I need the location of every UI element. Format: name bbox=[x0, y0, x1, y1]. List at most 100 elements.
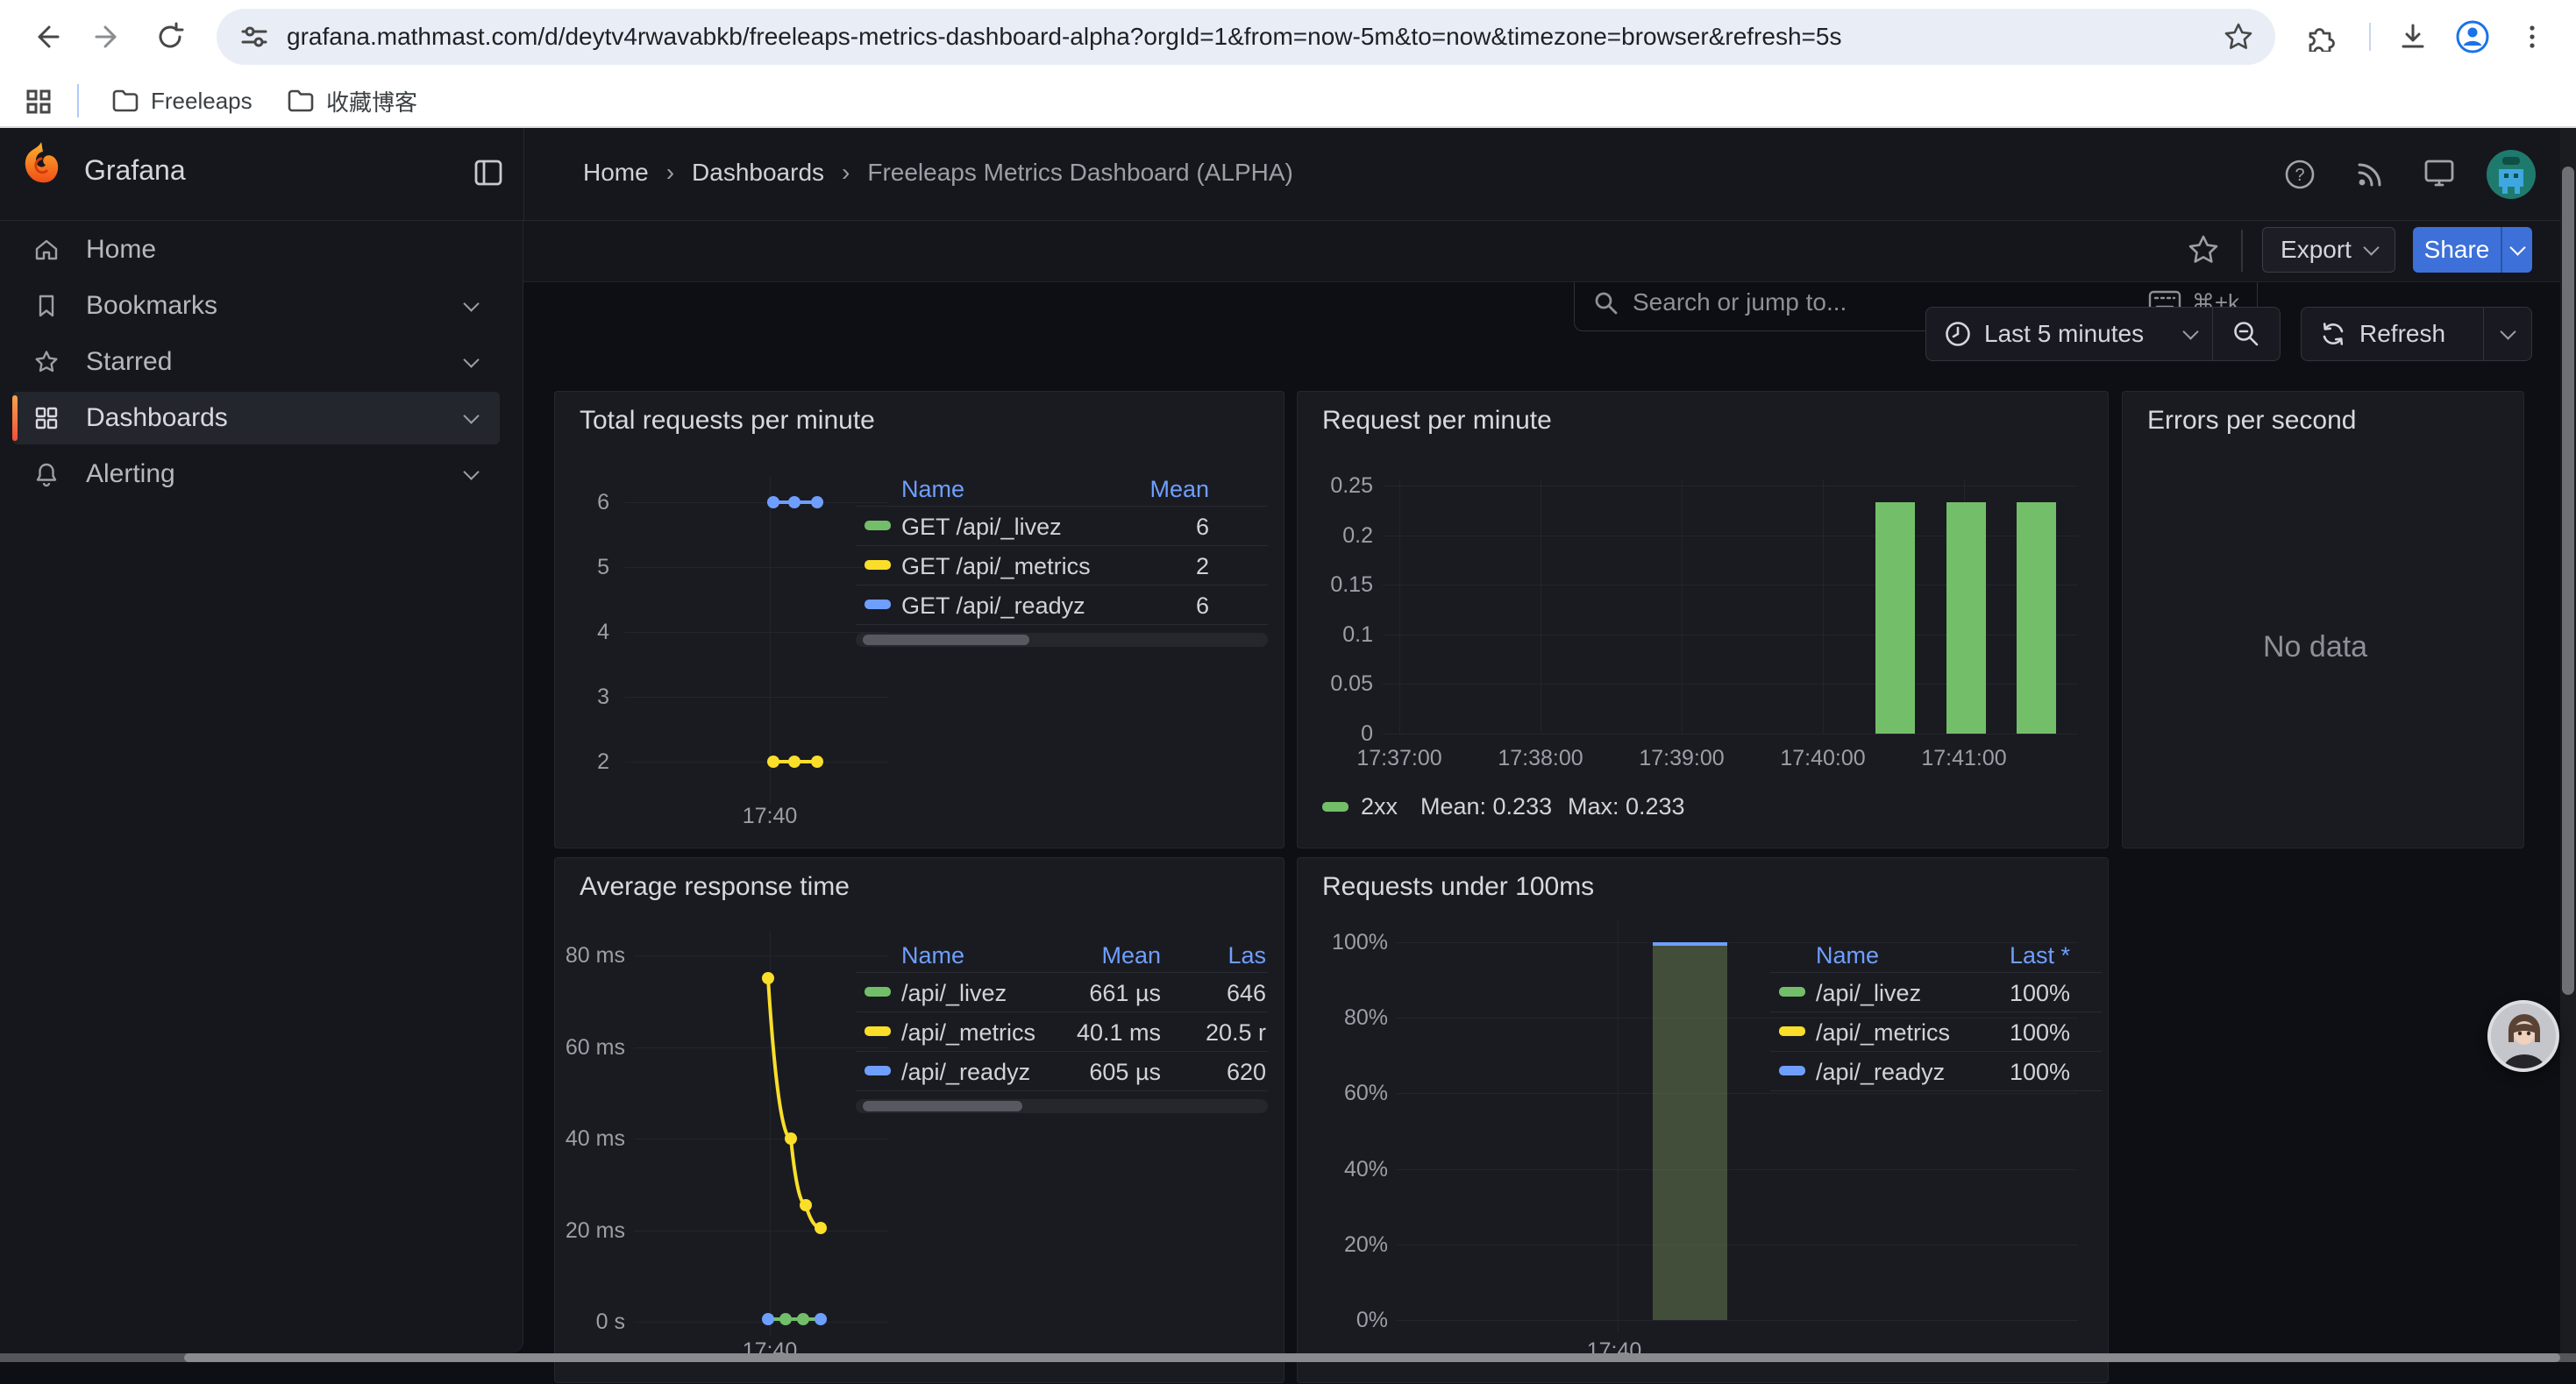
horizontal-scrollbar-thumb[interactable] bbox=[184, 1353, 2560, 1362]
refresh-interval-button[interactable] bbox=[2484, 331, 2531, 337]
url-text[interactable]: grafana.mathmast.com/d/deytv4rwavabkb/fr… bbox=[287, 23, 2202, 51]
chevron-down-icon[interactable] bbox=[463, 464, 479, 479]
legend-column-name[interactable]: Name bbox=[1816, 942, 1879, 969]
legend-value: 2 bbox=[1034, 553, 1209, 580]
gridline bbox=[634, 1047, 888, 1048]
refresh-group: Refresh bbox=[2301, 307, 2532, 361]
bookmark-folder-freeleaps[interactable]: Freeleaps bbox=[98, 80, 267, 122]
user-avatar[interactable] bbox=[2487, 150, 2536, 199]
gridline bbox=[625, 632, 888, 633]
gridline bbox=[1682, 479, 1683, 734]
apps-grid-icon[interactable] bbox=[16, 79, 61, 124]
legend-column-name[interactable]: Name bbox=[901, 476, 964, 503]
y-tick-label: 5 bbox=[504, 555, 609, 580]
address-bar[interactable]: grafana.mathmast.com/d/deytv4rwavabkb/fr… bbox=[217, 9, 2275, 65]
gridline bbox=[1397, 1245, 2078, 1246]
chevron-down-icon[interactable] bbox=[463, 408, 479, 423]
data-point bbox=[797, 1313, 809, 1325]
legend-value: 6 bbox=[1034, 593, 1209, 620]
x-tick-label: 17:39:00 bbox=[1603, 746, 1761, 771]
sidebar-item-dashboards[interactable]: Dashboards bbox=[12, 392, 500, 444]
x-tick-label: 17:40 bbox=[691, 804, 849, 829]
data-point bbox=[800, 1199, 812, 1211]
home-icon bbox=[33, 237, 60, 263]
legend-column-last[interactable]: Last * bbox=[1895, 942, 2070, 969]
y-tick-label: 3 bbox=[504, 685, 609, 710]
vertical-scrollbar-thumb[interactable] bbox=[2562, 167, 2574, 995]
legend-scrollbar-thumb[interactable] bbox=[863, 1101, 1022, 1111]
zoom-out-icon[interactable] bbox=[2213, 319, 2280, 349]
panel-request-per-minute[interactable]: Request per minute 0.250.20.150.10.05017… bbox=[1297, 391, 2109, 848]
breadcrumb-separator: › bbox=[666, 159, 674, 187]
legend-swatch bbox=[1779, 987, 1805, 997]
legend-divider bbox=[1770, 972, 2102, 973]
sidebar-item-bookmarks[interactable]: Bookmarks bbox=[12, 280, 500, 332]
chevron-down-icon bbox=[2182, 323, 2198, 339]
panel-average-response-time[interactable]: Average response time 80 ms60 ms40 ms20 … bbox=[554, 857, 1284, 1383]
panel-title: Request per minute bbox=[1322, 406, 1552, 436]
sidebar-item-home[interactable]: Home bbox=[12, 224, 500, 276]
legend-value: 100% bbox=[1895, 1059, 2070, 1086]
y-tick-label: 40 ms bbox=[520, 1126, 625, 1152]
y-tick-label: 0.15 bbox=[1268, 572, 1373, 598]
legend-divider bbox=[856, 1011, 1268, 1012]
y-tick-label: 0.25 bbox=[1268, 473, 1373, 499]
panel-errors-per-second[interactable]: Errors per second No data bbox=[2122, 391, 2524, 848]
no-data-message: No data bbox=[2263, 630, 2367, 664]
apps-icon bbox=[33, 405, 60, 431]
y-tick-label: 60 ms bbox=[520, 1035, 625, 1061]
header-divider bbox=[523, 128, 524, 221]
refresh-label[interactable]: Refresh bbox=[2359, 320, 2483, 348]
kiosk-monitor-icon[interactable] bbox=[2422, 158, 2457, 191]
legend-max: Max: 0.233 bbox=[1568, 793, 1685, 820]
share-button[interactable]: Share bbox=[2413, 227, 2501, 273]
chevron-down-icon bbox=[2509, 239, 2525, 255]
export-button[interactable]: Export bbox=[2262, 227, 2395, 273]
y-tick-label: 80 ms bbox=[520, 943, 625, 969]
gridline bbox=[634, 955, 888, 956]
panel-total-requests-per-minute[interactable]: Total requests per minute 6543217:40Name… bbox=[554, 391, 1284, 848]
active-indicator bbox=[12, 395, 18, 441]
help-icon[interactable]: ? bbox=[2283, 158, 2316, 191]
chevron-down-icon[interactable] bbox=[463, 295, 479, 311]
profile-icon[interactable] bbox=[2450, 14, 2495, 60]
back-icon[interactable] bbox=[23, 14, 68, 60]
legend-value: 620 bbox=[1135, 1059, 1266, 1086]
breadcrumb-home[interactable]: Home bbox=[583, 159, 649, 187]
y-tick-label: 0 s bbox=[520, 1309, 625, 1335]
panel-requests-under-100ms[interactable]: Requests under 100ms 100%80%60%40%20%0%1… bbox=[1297, 857, 2109, 1383]
legend-column-last[interactable]: Las bbox=[1135, 942, 1266, 969]
legend-swatch bbox=[865, 987, 891, 997]
browser-menu-icon[interactable] bbox=[2509, 14, 2555, 60]
grafana-logo[interactable] bbox=[21, 141, 61, 187]
time-range-label[interactable]: Last 5 minutes bbox=[1984, 320, 2180, 348]
dock-menu-icon[interactable] bbox=[472, 156, 505, 189]
legend-column-mean[interactable]: Mean bbox=[1034, 476, 1209, 503]
reload-icon[interactable] bbox=[147, 14, 193, 60]
sidebar-item-starred[interactable]: Starred bbox=[12, 336, 500, 388]
legend-column-name[interactable]: Name bbox=[901, 942, 964, 969]
bookmark-star-icon[interactable] bbox=[2223, 21, 2254, 53]
legend-scrollbar-thumb[interactable] bbox=[863, 635, 1029, 645]
panel-title: Total requests per minute bbox=[580, 406, 875, 436]
sidebar-item-label: Bookmarks bbox=[86, 291, 466, 321]
data-point bbox=[785, 1132, 797, 1145]
site-settings-icon[interactable] bbox=[239, 22, 269, 52]
sidebar-item-alerting[interactable]: Alerting bbox=[12, 448, 500, 500]
extensions-icon[interactable] bbox=[2297, 14, 2343, 60]
y-tick-label: 20% bbox=[1283, 1232, 1388, 1258]
share-menu-button[interactable] bbox=[2502, 227, 2532, 273]
download-icon[interactable] bbox=[2390, 14, 2436, 60]
refresh-icon bbox=[2319, 320, 2347, 348]
chevron-down-icon[interactable] bbox=[463, 351, 479, 367]
assistant-avatar-widget[interactable] bbox=[2487, 1000, 2559, 1072]
sidebar-item-label: Dashboards bbox=[86, 403, 466, 433]
forward-icon[interactable] bbox=[86, 14, 132, 60]
bookmark-folder-blogs[interactable]: 收藏博客 bbox=[274, 80, 431, 122]
favorite-star-icon[interactable] bbox=[2186, 232, 2221, 267]
news-rss-icon[interactable] bbox=[2353, 158, 2387, 191]
toolbar-divider bbox=[2369, 23, 2371, 51]
breadcrumb-dashboards[interactable]: Dashboards bbox=[692, 159, 824, 187]
legend-series-name[interactable]: 2xx bbox=[1361, 793, 1398, 820]
dashboard-actions-bar: Export Share bbox=[523, 221, 2576, 282]
